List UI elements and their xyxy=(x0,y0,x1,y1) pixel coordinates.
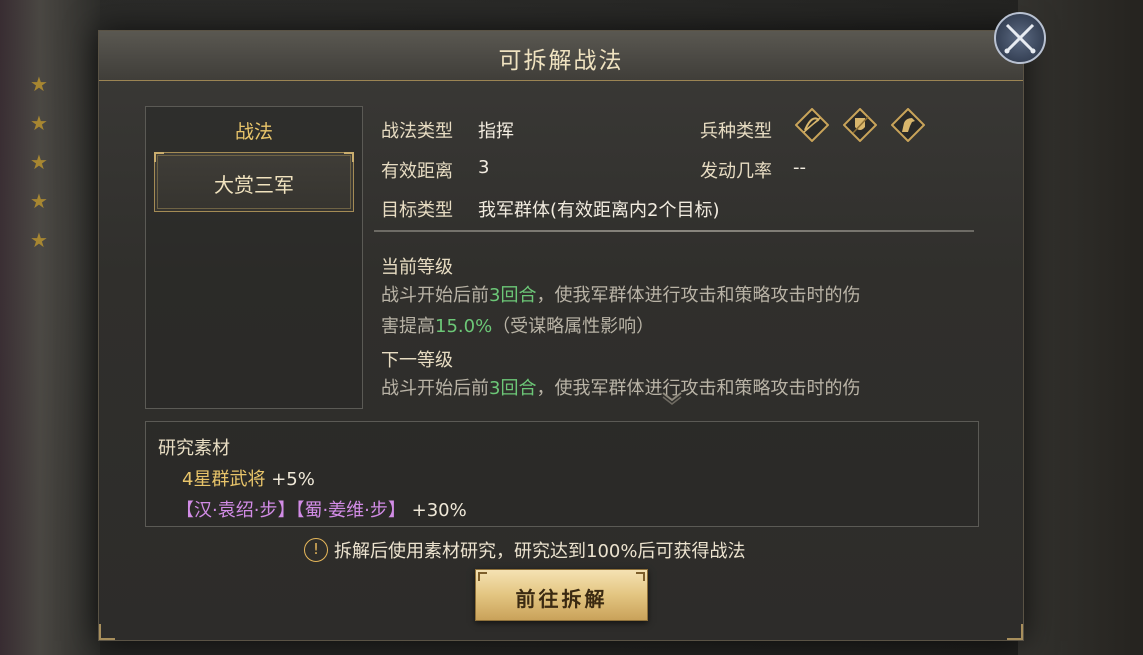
exclamation-icon: ! xyxy=(304,538,328,562)
close-button[interactable] xyxy=(994,12,1046,64)
skill-type-label: 战法类型 xyxy=(381,121,453,142)
range-value: 3 xyxy=(478,157,490,178)
skill-list-header: 战法 xyxy=(234,121,273,143)
material-general-2: 【蜀·姜维·步】 xyxy=(295,500,406,521)
trigger-rate-label: 发动几率 xyxy=(700,161,772,182)
troop-type-label: 兵种类型 xyxy=(700,121,772,142)
go-dismantle-button[interactable]: 前往拆解 xyxy=(475,569,648,621)
desc-highlight: 15.0% xyxy=(435,316,493,337)
materials-title: 研究素材 xyxy=(158,438,230,459)
background-left-scene xyxy=(0,0,100,655)
frame-corner xyxy=(99,624,115,640)
desc-text: （受谋略属性影响） xyxy=(492,316,655,337)
dialog-title: 可拆解战法 xyxy=(498,48,624,74)
skill-list-item-selected[interactable]: 大赏三军 xyxy=(154,152,354,212)
star-icon: ★ xyxy=(30,228,48,252)
go-dismantle-label: 前往拆解 xyxy=(515,587,608,611)
notice-row: ! 拆解后使用素材研究，研究达到100%后可获得战法 xyxy=(304,537,745,563)
shield-infantry-icon xyxy=(843,108,877,142)
dialog-title-bar: 可拆解战法 xyxy=(99,31,1023,81)
trigger-rate-value: -- xyxy=(793,157,806,178)
range-label: 有效距离 xyxy=(381,161,453,182)
desc-highlight: 3回合 xyxy=(489,378,537,399)
desc-text: ，使我军群体进行攻击和策略攻击时的伤 xyxy=(536,285,861,306)
star-icon: ★ xyxy=(30,111,48,135)
skill-type-value: 指挥 xyxy=(478,121,514,142)
dismantle-skill-dialog: 可拆解战法 战法 大赏三军 战法类型 指挥 兵种类型 有效距离 3 发动几率 -… xyxy=(98,30,1024,641)
research-materials-box: 研究素材 4星群武将 +5% 【汉·袁绍·步】【蜀·姜维·步】 +30% xyxy=(145,421,979,527)
skill-name: 大赏三军 xyxy=(214,173,294,197)
material-name: 4星群武将 xyxy=(182,469,266,490)
next-level-title: 下一等级 xyxy=(381,350,453,371)
material-bonus: +5% xyxy=(271,469,315,490)
item-corner xyxy=(154,152,164,162)
desc-text: 害提高 xyxy=(381,316,435,337)
button-corner xyxy=(478,572,487,581)
horse-cavalry-icon xyxy=(891,108,925,142)
material-bonus: +30% xyxy=(411,500,467,521)
current-level-description: 战斗开始后前3回合，使我军群体进行攻击和策略攻击时的伤 害提高15.0%（受谋略… xyxy=(381,280,961,342)
frame-corner xyxy=(1007,624,1023,640)
star-icon: ★ xyxy=(30,150,48,174)
bow-cavalry-icon xyxy=(795,108,829,142)
target-type-value: 我军群体(有效距离内2个目标) xyxy=(478,200,720,221)
star-icon: ★ xyxy=(30,189,48,213)
materials-line-2: 【汉·袁绍·步】【蜀·姜维·步】 +30% xyxy=(176,496,467,522)
background-right-scene xyxy=(1018,0,1143,655)
crossed-swords-close-icon xyxy=(1004,23,1036,54)
section-divider xyxy=(374,230,974,232)
desc-text: ，使我军群体进行攻击和策略攻击时的伤 xyxy=(536,378,861,399)
notice-text: 拆解后使用素材研究，研究达到100%后可获得战法 xyxy=(334,541,746,562)
materials-line-1: 4星群武将 +5% xyxy=(182,465,315,491)
desc-highlight: 3回合 xyxy=(489,285,537,306)
desc-text: 战斗开始后前 xyxy=(381,285,489,306)
desc-text: 战斗开始后前 xyxy=(381,378,489,399)
target-type-label: 目标类型 xyxy=(381,200,453,221)
scroll-down-chevron-icon[interactable] xyxy=(661,391,683,405)
skill-list-panel: 战法 大赏三军 xyxy=(145,106,363,409)
item-corner xyxy=(344,152,354,162)
material-general-1: 【汉·袁绍·步】 xyxy=(176,500,296,521)
current-level-title: 当前等级 xyxy=(381,257,453,278)
star-icon: ★ xyxy=(30,72,48,96)
button-corner xyxy=(636,572,645,581)
